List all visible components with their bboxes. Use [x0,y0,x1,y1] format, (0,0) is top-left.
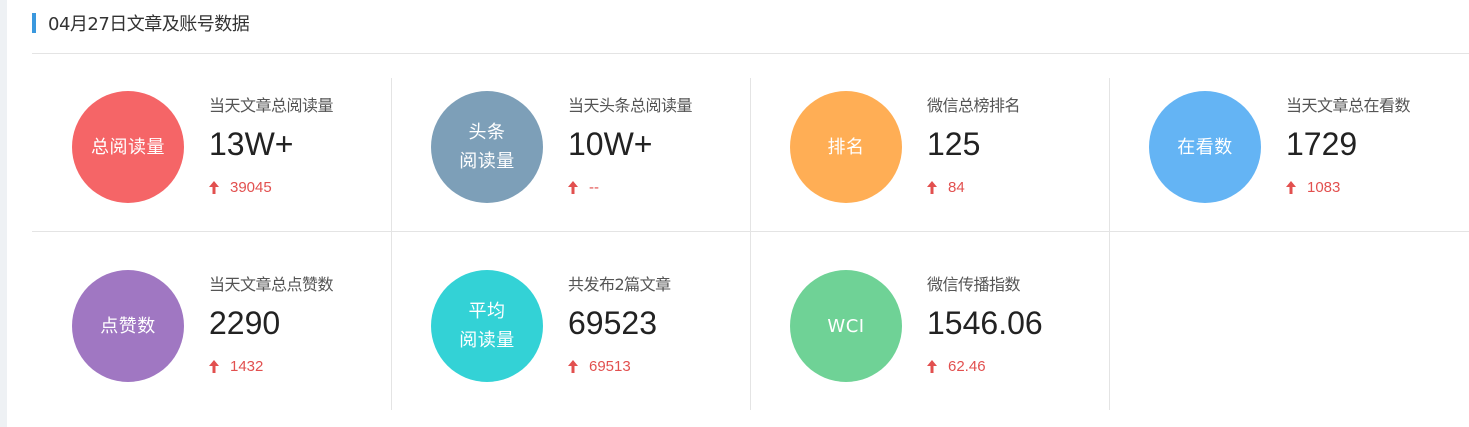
stat-circle-label: 总阅读量 [91,136,165,158]
section-title: 04月27日文章及账号数据 [48,14,250,35]
stat-change: 84 [927,178,965,196]
stat-circle-label: WCI [827,315,865,337]
stat-label: 微信传播指数 [927,275,1021,294]
stat-change-value: 39045 [230,178,272,196]
stat-change: -- [568,178,599,196]
arrow-up-icon [927,180,937,194]
header-divider [32,53,1469,54]
arrow-up-icon [209,180,219,194]
stat-change-value: 62.46 [948,357,986,375]
stat-value: 1729 [1286,126,1358,162]
stat-card-watching: 在看数 当天文章总在看数 1729 1083 [1109,78,1468,231]
stat-card-likes: 点赞数 当天文章总点赞数 2290 1432 [32,257,391,410]
stat-card-wci: WCI 微信传播指数 1546.06 62.46 [750,257,1109,410]
stat-label: 当天文章总点赞数 [209,275,334,294]
stat-circle-label: 平均 阅读量 [459,301,515,351]
stat-label: 当天文章总阅读量 [209,96,334,115]
stat-value: 125 [927,126,981,162]
stat-circle-label: 在看数 [1177,136,1233,158]
stat-circle: 总阅读量 [72,91,184,203]
arrow-up-icon [568,359,578,373]
stat-circle-label: 头条 阅读量 [459,122,515,172]
stat-label: 共发布2篇文章 [568,275,671,294]
stat-circle: WCI [790,270,902,382]
stat-card-wechat-rank: 排名 微信总榜排名 125 84 [750,78,1109,231]
header-accent-bar [32,13,36,33]
arrow-up-icon [1286,180,1296,194]
stat-change: 62.46 [927,357,986,375]
stat-change-value: -- [589,178,599,196]
stat-change-value: 84 [948,178,965,196]
stat-label: 当天头条总阅读量 [568,96,693,115]
stat-label: 微信总榜排名 [927,96,1021,115]
stat-circle-label: 排名 [827,136,865,158]
stat-value: 1546.06 [927,305,1043,341]
stat-card-average-reads: 平均 阅读量 共发布2篇文章 69523 69513 [391,257,750,410]
stat-circle: 点赞数 [72,270,184,382]
stat-change-value: 1432 [230,357,264,375]
stat-change: 69513 [568,357,631,375]
stat-change-value: 69513 [589,357,631,375]
stat-value: 69523 [568,305,657,341]
stat-value: 13W+ [209,126,294,162]
stat-change: 1432 [209,357,263,375]
stat-circle: 在看数 [1149,91,1261,203]
stat-circle: 头条 阅读量 [431,91,543,203]
stats-grid: 总阅读量 当天文章总阅读量 13W+ 39045 头条 阅读量 当天头条总阅读量… [32,78,1469,410]
stat-card-total-reads: 总阅读量 当天文章总阅读量 13W+ 39045 [32,78,391,231]
stat-card-headline-reads: 头条 阅读量 当天头条总阅读量 10W+ -- [391,78,750,231]
stat-value: 2290 [209,305,281,341]
stat-change-value: 1083 [1307,178,1341,196]
stat-label: 当天文章总在看数 [1286,96,1411,115]
arrow-up-icon [209,359,219,373]
stat-value: 10W+ [568,126,653,162]
section-header: 04月27日文章及账号数据 [32,10,250,36]
stat-change: 1083 [1286,178,1340,196]
stat-circle: 平均 阅读量 [431,270,543,382]
arrow-up-icon [568,180,578,194]
stat-change: 39045 [209,178,272,196]
stat-circle: 排名 [790,91,902,203]
left-strip [0,0,7,427]
stat-circle-label: 点赞数 [100,315,156,337]
arrow-up-icon [927,359,937,373]
